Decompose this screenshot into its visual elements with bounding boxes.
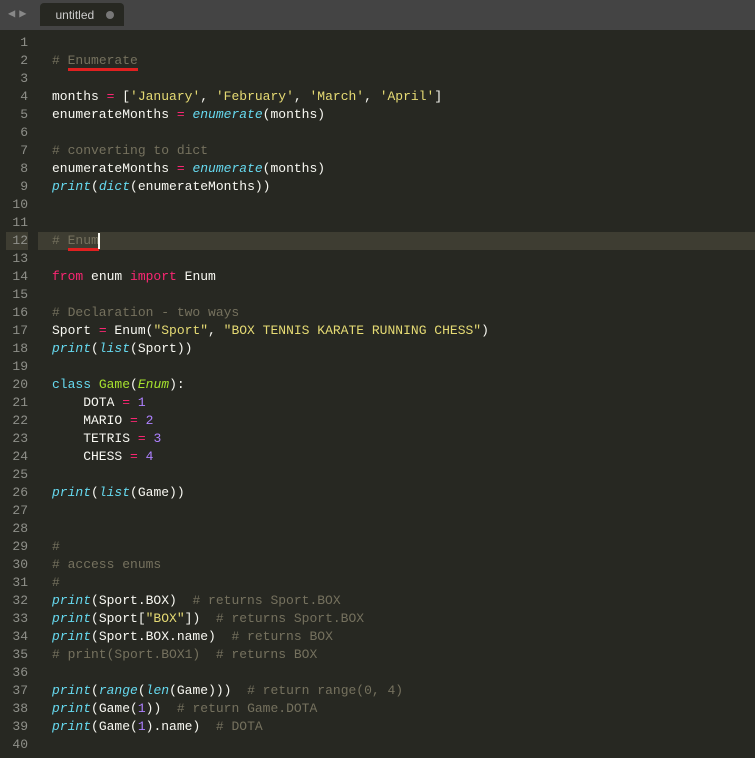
code-area[interactable]: # Enumerate months = ['January', 'Februa… <box>38 30 755 758</box>
line-number: 7 <box>6 142 28 160</box>
code-line[interactable]: # print(Sport.BOX1) # returns BOX <box>38 646 755 664</box>
code-line[interactable] <box>38 664 755 682</box>
line-number: 1 <box>6 34 28 52</box>
line-number: 37 <box>6 682 28 700</box>
line-number: 40 <box>6 736 28 754</box>
modified-dot-icon <box>106 11 114 19</box>
underlined-text: Enum <box>68 233 99 251</box>
line-number: 3 <box>6 70 28 88</box>
line-number: 15 <box>6 286 28 304</box>
line-number: 32 <box>6 592 28 610</box>
line-number: 19 <box>6 358 28 376</box>
title-bar: ◀ ▶ untitled <box>0 0 755 26</box>
line-number: 34 <box>6 628 28 646</box>
editor-tab[interactable]: untitled <box>40 3 124 26</box>
line-number: 14 <box>6 268 28 286</box>
code-line[interactable] <box>38 250 755 268</box>
line-number: 26 <box>6 484 28 502</box>
code-line[interactable]: print(list(Sport)) <box>38 340 755 358</box>
line-number: 33 <box>6 610 28 628</box>
line-number: 39 <box>6 718 28 736</box>
line-number: 10 <box>6 196 28 214</box>
code-line[interactable]: Sport = Enum("Sport", "BOX TENNIS KARATE… <box>38 322 755 340</box>
code-line[interactable] <box>38 502 755 520</box>
editor[interactable]: 1234567891011121314151617181920212223242… <box>0 30 755 758</box>
code-line-active[interactable]: # Enum <box>38 232 755 250</box>
code-line[interactable] <box>38 466 755 484</box>
nav-back-icon[interactable]: ◀ <box>6 6 17 21</box>
code-line[interactable]: MARIO = 2 <box>38 412 755 430</box>
code-line[interactable]: TETRIS = 3 <box>38 430 755 448</box>
code-line[interactable]: # converting to dict <box>38 142 755 160</box>
line-number: 11 <box>6 214 28 232</box>
code-line[interactable]: DOTA = 1 <box>38 394 755 412</box>
tab-title: untitled <box>55 8 94 22</box>
line-number: 4 <box>6 88 28 106</box>
line-number: 8 <box>6 160 28 178</box>
underlined-text: Enumerate <box>68 53 138 71</box>
code-line[interactable]: # Enumerate <box>38 52 755 70</box>
line-number: 17 <box>6 322 28 340</box>
code-line[interactable]: # <box>38 538 755 556</box>
cursor-icon <box>98 233 100 249</box>
code-line[interactable]: # access enums <box>38 556 755 574</box>
line-number: 12 <box>6 232 28 250</box>
code-line[interactable]: print(Game(1)) # return Game.DOTA <box>38 700 755 718</box>
code-line[interactable]: enumerateMonths = enumerate(months) <box>38 160 755 178</box>
line-number: 35 <box>6 646 28 664</box>
line-number: 13 <box>6 250 28 268</box>
code-line[interactable]: print(Sport.BOX.name) # returns BOX <box>38 628 755 646</box>
line-number: 38 <box>6 700 28 718</box>
line-number: 36 <box>6 664 28 682</box>
code-line[interactable]: class Game(Enum): <box>38 376 755 394</box>
code-line[interactable]: CHESS = 4 <box>38 448 755 466</box>
nav-arrows: ◀ ▶ <box>0 0 34 26</box>
code-line[interactable]: # Declaration - two ways <box>38 304 755 322</box>
code-line[interactable]: months = ['January', 'February', 'March'… <box>38 88 755 106</box>
code-line[interactable] <box>38 358 755 376</box>
line-number: 9 <box>6 178 28 196</box>
line-number: 24 <box>6 448 28 466</box>
code-line[interactable] <box>38 520 755 538</box>
line-number: 5 <box>6 106 28 124</box>
line-number: 27 <box>6 502 28 520</box>
line-number: 30 <box>6 556 28 574</box>
code-line[interactable] <box>38 70 755 88</box>
line-number: 20 <box>6 376 28 394</box>
code-line[interactable] <box>38 34 755 52</box>
nav-forward-icon[interactable]: ▶ <box>17 6 28 21</box>
code-line[interactable]: # <box>38 574 755 592</box>
code-line[interactable]: print(range(len(Game))) # return range(0… <box>38 682 755 700</box>
line-number: 31 <box>6 574 28 592</box>
code-line[interactable]: print(dict(enumerateMonths)) <box>38 178 755 196</box>
code-line[interactable] <box>38 196 755 214</box>
line-number: 29 <box>6 538 28 556</box>
code-line[interactable]: from enum import Enum <box>38 268 755 286</box>
code-line[interactable]: print(Sport["BOX"]) # returns Sport.BOX <box>38 610 755 628</box>
line-number: 25 <box>6 466 28 484</box>
code-line[interactable]: print(Sport.BOX) # returns Sport.BOX <box>38 592 755 610</box>
line-number: 23 <box>6 430 28 448</box>
line-number: 18 <box>6 340 28 358</box>
code-line[interactable] <box>38 124 755 142</box>
code-line[interactable]: print(Game(1).name) # DOTA <box>38 718 755 736</box>
code-line[interactable] <box>38 736 755 754</box>
line-number: 28 <box>6 520 28 538</box>
line-number: 22 <box>6 412 28 430</box>
line-gutter: 1234567891011121314151617181920212223242… <box>0 30 38 758</box>
code-line[interactable]: enumerateMonths = enumerate(months) <box>38 106 755 124</box>
code-line[interactable]: print(list(Game)) <box>38 484 755 502</box>
code-line[interactable] <box>38 286 755 304</box>
line-number: 21 <box>6 394 28 412</box>
line-number: 16 <box>6 304 28 322</box>
line-number: 2 <box>6 52 28 70</box>
code-line[interactable] <box>38 214 755 232</box>
line-number: 6 <box>6 124 28 142</box>
